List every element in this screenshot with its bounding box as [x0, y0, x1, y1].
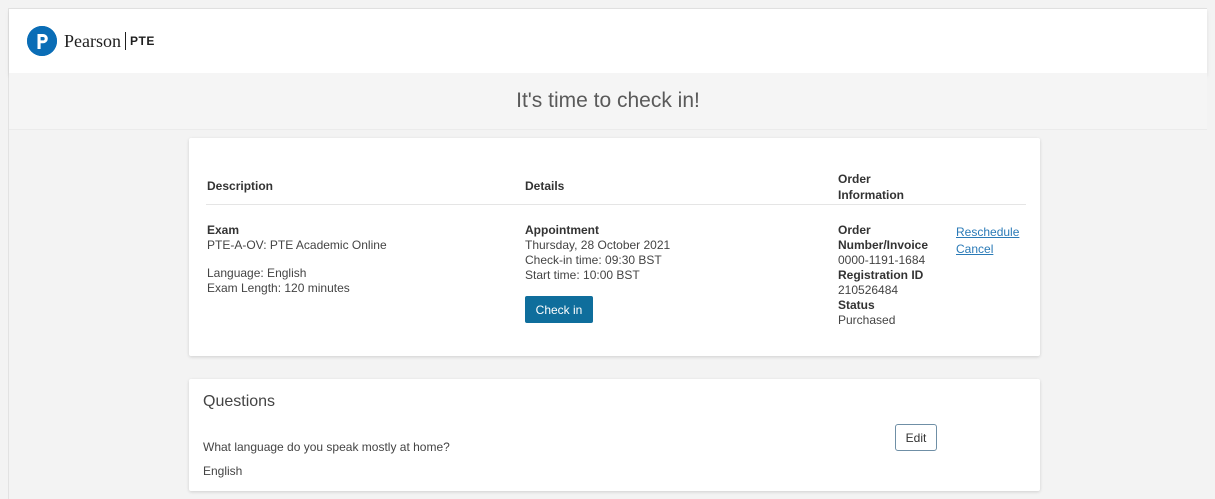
column-header-order-information: Order Information	[838, 171, 904, 203]
logo-product: PTE	[130, 34, 155, 48]
header-divider	[206, 204, 1026, 205]
exam-length: Exam Length: 120 minutes	[207, 281, 350, 295]
registration-id-value: 210526484	[838, 283, 899, 297]
check-in-button[interactable]: Check in	[525, 296, 593, 323]
column-header-description: Description	[207, 179, 274, 193]
status-label: Status	[838, 298, 875, 312]
checkin-time: Check-in time: 09:30 BST	[525, 253, 662, 267]
questions-card: Questions What language do you speak mos…	[189, 379, 1040, 491]
order-number-label-1: Order	[838, 223, 871, 237]
cancel-link[interactable]: Cancel	[956, 242, 993, 256]
logo-wordmark: Pearson	[64, 30, 121, 51]
logo-divider	[125, 32, 126, 50]
page-title: It's time to check in!	[516, 89, 700, 112]
column-header-order-line2: Information	[838, 188, 904, 202]
column-header-details: Details	[525, 179, 565, 193]
description-cell: Exam PTE-A-OV: PTE Academic Online Langu…	[207, 223, 387, 296]
start-time: Start time: 10:00 BST	[525, 268, 640, 282]
order-card: Description Details Order Information Ex…	[189, 138, 1040, 356]
registration-id-label: Registration ID	[838, 268, 924, 282]
checkin-banner: It's time to check in!	[9, 73, 1207, 130]
top-header: Pearson PTE	[9, 9, 1207, 74]
exam-language: Language: English	[207, 266, 307, 280]
reschedule-link[interactable]: Reschedule	[956, 225, 1019, 239]
details-cell: Appointment Thursday, 28 October 2021 Ch…	[525, 223, 670, 283]
order-number-label-2: Number/Invoice	[838, 238, 929, 252]
pearson-pte-logo[interactable]: Pearson PTE	[27, 26, 155, 56]
questions-title: Questions	[203, 393, 276, 410]
appointment-heading: Appointment	[525, 223, 599, 237]
exam-name: PTE-A-OV: PTE Academic Online	[207, 238, 387, 252]
order-info-cell: Order Number/Invoice 0000-1191-1684 Regi…	[838, 223, 928, 328]
pearson-p-icon	[27, 26, 57, 56]
appointment-date: Thursday, 28 October 2021	[525, 238, 671, 252]
status-value: Purchased	[838, 313, 896, 327]
order-number-value: 0000-1191-1684	[838, 253, 926, 267]
column-header-order-line1: Order	[838, 172, 871, 186]
question-text: What language do you speak mostly at hom…	[203, 440, 450, 454]
edit-button[interactable]: Edit	[895, 424, 937, 451]
page-frame: Pearson PTE It's time to check in! Descr…	[8, 8, 1207, 499]
exam-type-label: Exam	[207, 223, 240, 237]
question-answer: English	[203, 464, 243, 478]
